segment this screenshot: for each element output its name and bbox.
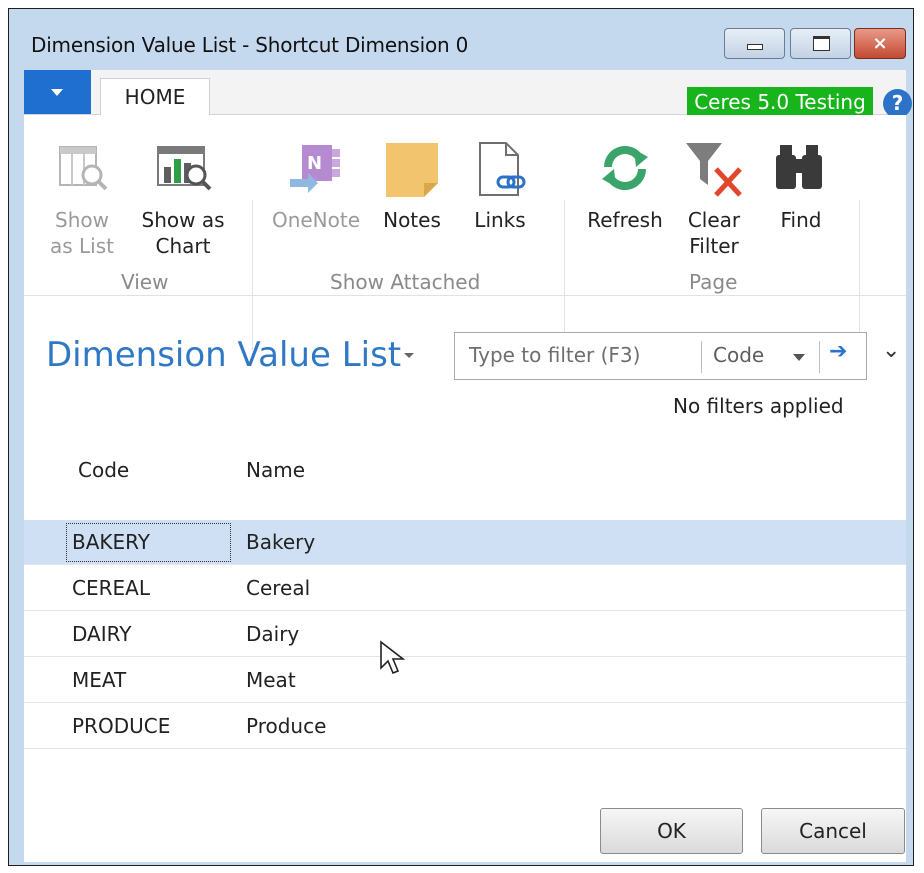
cell-name[interactable]: Meat (246, 668, 296, 692)
onenote-label: OneNote (271, 208, 361, 232)
cell-code[interactable]: BAKERY (72, 530, 150, 554)
clear-filter-icon (686, 143, 742, 197)
ribbon-group-show-attached-label: Show Attached (330, 270, 481, 294)
show-as-chart-label-1: Show as (141, 208, 225, 232)
maximize-icon (813, 36, 830, 51)
dialog-content: HOME Ceres 5.0 Testing ? Show as List Sh… (24, 70, 912, 862)
clear-filter-label-1: Clear (687, 208, 741, 232)
ribbon-tab-bar: HOME Ceres 5.0 Testing ? (24, 70, 912, 118)
cell-name[interactable]: Bakery (246, 530, 315, 554)
filter-field-select[interactable]: Code (713, 343, 764, 367)
ribbon-group-separator (859, 200, 860, 350)
chevron-down-icon[interactable]: ⌄ (882, 338, 900, 363)
ribbon-group-separator (564, 200, 565, 350)
arrow-right-icon[interactable]: ➔ (829, 339, 847, 364)
cell-name[interactable]: Produce (246, 714, 326, 738)
show-as-chart-label-2: Chart (155, 234, 211, 258)
table-row[interactable]: CEREAL Cereal (24, 566, 906, 611)
window-title: Dimension Value List - Shortcut Dimensio… (31, 33, 469, 57)
column-header-code[interactable]: Code (78, 458, 129, 482)
links-icon (479, 142, 526, 196)
show-as-chart-button[interactable]: Show as Chart (128, 115, 238, 285)
cell-code[interactable]: CEREAL (72, 576, 150, 600)
ribbon-group-separator (252, 200, 253, 350)
svg-text:N: N (307, 153, 322, 174)
show-as-list-label-2: as List (50, 234, 114, 258)
binoculars-icon (776, 145, 822, 189)
refresh-label: Refresh (587, 208, 663, 232)
ok-button[interactable]: OK (600, 808, 743, 854)
show-as-list-label-1: Show (55, 208, 109, 232)
chevron-down-icon[interactable] (793, 354, 805, 361)
minimize-button[interactable] (724, 28, 785, 59)
dialog-window: Dimension Value List - Shortcut Dimensio… (8, 8, 914, 866)
table-row[interactable]: DAIRY Dairy (24, 612, 906, 657)
company-badge: Ceres 5.0 Testing (687, 87, 873, 118)
notes-icon (386, 143, 438, 197)
links-button[interactable]: Links (470, 115, 530, 285)
clear-filter-label-2: Filter (689, 234, 739, 258)
filter-input[interactable]: Type to filter (F3) (469, 343, 640, 367)
show-as-list-button[interactable]: Show as List (46, 115, 118, 285)
onenote-icon: N (290, 145, 340, 193)
chart-view-icon (157, 146, 212, 191)
ribbon-group-view-label: View (121, 270, 169, 294)
list-view-icon (59, 146, 108, 191)
find-label: Find (780, 208, 822, 232)
cancel-button[interactable]: Cancel (761, 808, 905, 854)
cell-code[interactable]: PRODUCE (72, 714, 170, 738)
notes-button[interactable]: Notes (379, 115, 445, 285)
refresh-button[interactable]: Refresh (580, 115, 670, 285)
clear-filter-button[interactable]: Clear Filter (676, 115, 752, 285)
cell-name[interactable]: Cereal (246, 576, 310, 600)
notes-label: Notes (383, 208, 441, 232)
filter-separator (819, 341, 820, 373)
column-header-name[interactable]: Name (246, 458, 305, 482)
filter-separator (701, 341, 702, 373)
filter-box: Type to filter (F3) Code ➔ (454, 332, 867, 380)
page-title[interactable]: Dimension Value List (46, 335, 401, 375)
ribbon-group-page-label: Page (689, 270, 738, 294)
table-row[interactable]: BAKERY Bakery (24, 520, 906, 565)
dropdown-arrow-icon (51, 89, 63, 96)
table-row[interactable]: PRODUCE Produce (24, 704, 906, 749)
filter-status: No filters applied (673, 394, 844, 418)
links-label: Links (474, 208, 526, 232)
help-icon[interactable]: ? (883, 89, 912, 118)
tab-home[interactable]: HOME (100, 78, 210, 115)
maximize-button[interactable] (790, 28, 851, 59)
close-button[interactable]: × (854, 28, 906, 59)
table-row[interactable]: MEAT Meat (24, 658, 906, 703)
find-button[interactable]: Find (768, 115, 834, 285)
ribbon: Show as List Show as Chart View N OneNot… (24, 115, 906, 350)
page-title-dropdown-icon[interactable] (404, 353, 414, 358)
cell-name[interactable]: Dairy (246, 622, 299, 646)
application-menu-button[interactable] (24, 70, 91, 114)
mouse-cursor-icon (380, 640, 406, 675)
cell-code[interactable]: DAIRY (72, 622, 131, 646)
title-bar[interactable]: Dimension Value List - Shortcut Dimensio… (9, 9, 913, 69)
close-icon: × (872, 33, 888, 54)
refresh-icon (602, 146, 648, 190)
minimize-icon (747, 44, 763, 50)
onenote-button[interactable]: N OneNote (264, 115, 368, 285)
cell-code[interactable]: MEAT (72, 668, 126, 692)
